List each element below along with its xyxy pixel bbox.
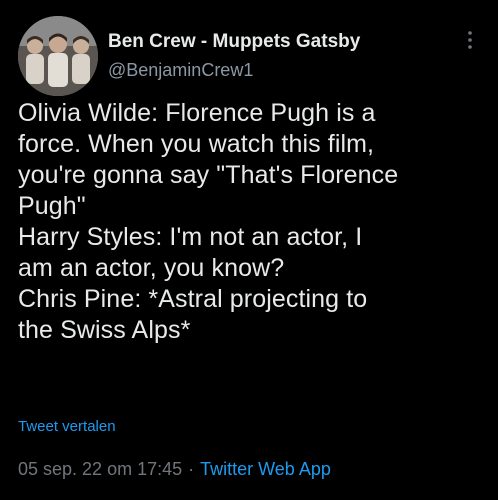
more-vertical-icon[interactable] bbox=[460, 28, 480, 52]
user-names: Ben Crew - Muppets Gatsby @BenjaminCrew1 bbox=[108, 30, 360, 82]
avatar-image bbox=[18, 16, 98, 96]
tweet-meta: 05 sep. 22 om 17:45 · Twitter Web App bbox=[18, 459, 331, 480]
user-handle[interactable]: @BenjaminCrew1 bbox=[108, 58, 360, 82]
avatar[interactable] bbox=[18, 16, 98, 96]
display-name[interactable]: Ben Crew - Muppets Gatsby bbox=[108, 30, 360, 54]
translate-link[interactable]: Tweet vertalen bbox=[18, 418, 116, 435]
tweet-date[interactable]: 05 sep. 22 om 17:45 bbox=[18, 459, 182, 479]
tweet-source[interactable]: Twitter Web App bbox=[200, 459, 331, 479]
tweet: Ben Crew - Muppets Gatsby @BenjaminCrew1… bbox=[0, 0, 498, 500]
tweet-header: Ben Crew - Muppets Gatsby @BenjaminCrew1 bbox=[18, 16, 480, 96]
tweet-text: Olivia Wilde: Florence Pugh is a force. … bbox=[18, 99, 399, 344]
separator: · bbox=[188, 459, 195, 479]
